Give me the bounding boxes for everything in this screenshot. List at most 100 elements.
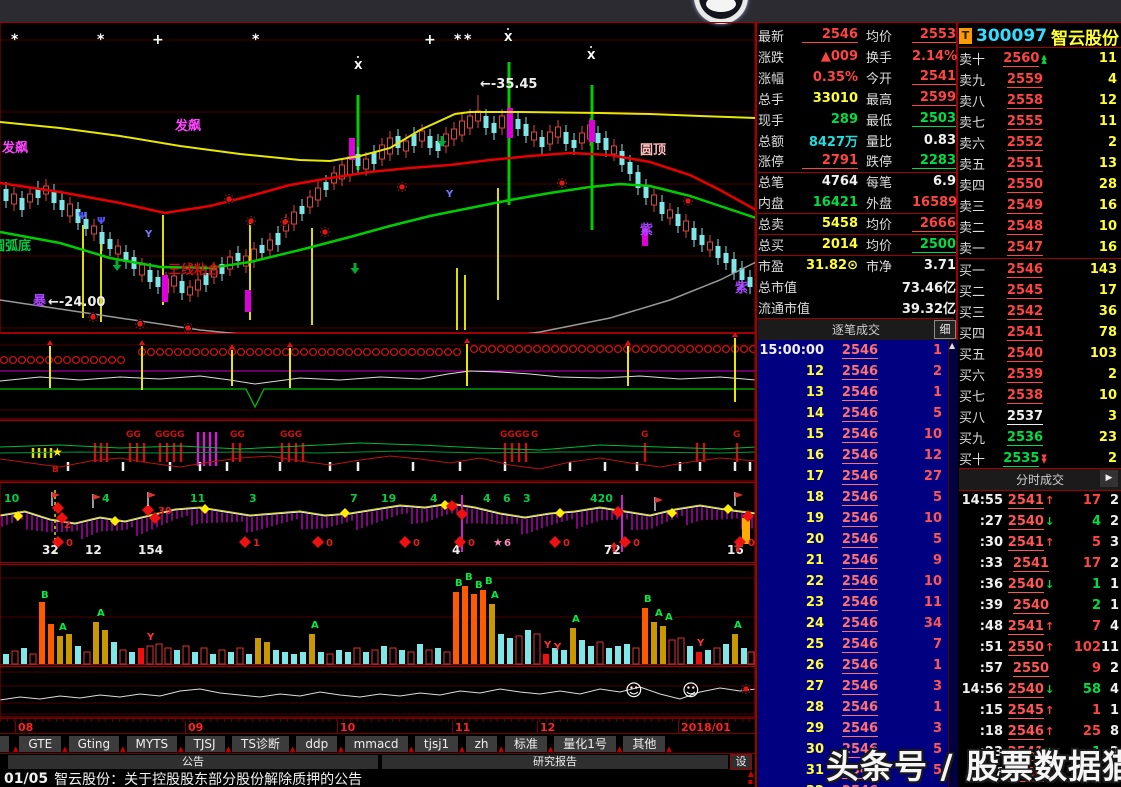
tick-row[interactable]: 24254634: [758, 613, 948, 634]
tick-scrollbar[interactable]: [948, 340, 958, 787]
scrollbar-up-icon[interactable]: ▲: [949, 341, 955, 350]
time-sales-row[interactable]: :272540↓42: [959, 511, 1121, 532]
tick-row[interactable]: 2025465: [758, 529, 948, 550]
order-book-row[interactable]: 买一2546143: [959, 259, 1121, 280]
tick-row[interactable]: 1825465: [758, 487, 948, 508]
tab-separator-icon: ▲: [62, 745, 67, 753]
tab-sliver[interactable]: [0, 736, 9, 752]
time-sales-header[interactable]: 分时成交: [959, 468, 1121, 491]
right-arrow-icon[interactable]: ▶: [1100, 470, 1118, 487]
price: 2551: [1007, 156, 1043, 172]
tick-trade-header[interactable]: 逐笔成交: [758, 318, 954, 341]
stock-code[interactable]: 300097: [976, 26, 1047, 46]
tick-row[interactable]: 17254627: [758, 466, 948, 487]
order-book-row[interactable]: 买七 2538 10: [959, 385, 1121, 406]
order-book-row[interactable]: 卖二254810: [959, 216, 1121, 237]
order-book-row[interactable]: 卖三254916: [959, 195, 1121, 216]
scroll-up-icon[interactable]: ▲▪: [748, 770, 754, 786]
tick-row[interactable]: 19254610: [758, 508, 948, 529]
tab-[interactable]: 标准: [505, 736, 547, 752]
order-book-row[interactable]: 卖八255812: [959, 90, 1121, 111]
level-volume: 10: [1051, 388, 1121, 403]
app-logo-icon[interactable]: [694, 0, 748, 24]
order-book-row[interactable]: 卖一254716: [959, 237, 1121, 258]
level-label: 买六: [959, 365, 999, 384]
tab-zh[interactable]: zh: [466, 736, 498, 752]
tab-1[interactable]: 量化1号: [554, 736, 616, 752]
tick-trade-list[interactable]: 15:00:0025461122546213254611425465152546…: [758, 340, 948, 787]
tick-row[interactable]: 1325461: [758, 382, 948, 403]
ts-time: :36: [959, 577, 1003, 592]
notice-button[interactable]: 公告: [8, 755, 378, 769]
svg-text:0: 0: [468, 538, 475, 549]
order-book-row[interactable]: 卖六25522: [959, 132, 1121, 153]
level-label: 买七: [959, 386, 999, 405]
tab-tjsj[interactable]: TJSJ: [185, 736, 225, 752]
tick-row[interactable]: 2625461: [758, 655, 948, 676]
time-sales-row[interactable]: :302541↑53: [959, 532, 1121, 553]
time-sales-row[interactable]: :57255092: [959, 658, 1121, 679]
svg-text:Y: Y: [445, 189, 454, 200]
tab-gting[interactable]: Gting: [69, 736, 120, 752]
tab-gte[interactable]: GTE: [19, 736, 61, 752]
tick-row[interactable]: 2925463: [758, 718, 948, 739]
tab-myts[interactable]: MYTS: [127, 736, 178, 752]
news-title[interactable]: 智云股份：关于控股股东部分股份解除质押的公告: [54, 770, 362, 787]
tab-tjsj1[interactable]: tjsj1: [415, 736, 458, 752]
report-button[interactable]: 研究报告: [382, 755, 728, 769]
stock-name[interactable]: 智云股份: [1051, 24, 1119, 49]
time-sales-row[interactable]: :39254021: [959, 595, 1121, 616]
detail-button[interactable]: 细: [934, 320, 956, 339]
tick-row[interactable]: 15254610: [758, 424, 948, 445]
order-book-row[interactable]: 卖七255511: [959, 111, 1121, 132]
tick-row[interactable]: 2725463: [758, 676, 948, 697]
price: 2538: [1007, 388, 1043, 404]
order-book-row[interactable]: 买六25392: [959, 364, 1121, 385]
news-ticker[interactable]: 01/05 智云股份：关于控股股东部分股份解除质押的公告 ▲▪: [0, 770, 756, 787]
tab-[interactable]: 其他: [623, 736, 665, 752]
tick-row[interactable]: 23254611: [758, 592, 948, 613]
time-sales-row[interactable]: :152545↑11: [959, 700, 1121, 721]
quote-value: 2283: [912, 153, 956, 169]
tick-row[interactable]: 2525467: [758, 634, 948, 655]
indicator-panel-3[interactable]: 104113719446342032121544721623901000000★…: [0, 482, 756, 564]
order-book-row[interactable]: 买十2535▼▼2: [959, 448, 1121, 469]
order-book-row[interactable]: 卖九25594: [959, 69, 1121, 90]
tick-row[interactable]: 15:00:0025461: [758, 340, 948, 361]
tick-row[interactable]: 1425465: [758, 403, 948, 424]
order-book-row[interactable]: 买四254178: [959, 322, 1121, 343]
tick-row[interactable]: 2825461: [758, 697, 948, 718]
oscillator-panel[interactable]: ☺☺: [0, 666, 756, 718]
price: 2541: [1007, 325, 1043, 341]
order-book-row[interactable]: 买五2540103: [959, 343, 1121, 364]
order-book-row[interactable]: 买九253623: [959, 427, 1121, 448]
tab-ts[interactable]: TS诊断: [232, 736, 289, 752]
indicator-panel-2[interactable]: GGGGGGGGGGGGGGGGGG★B: [0, 420, 756, 482]
tick-row[interactable]: 1225462: [758, 361, 948, 382]
order-book-row[interactable]: 买三254236: [959, 301, 1121, 322]
order-book-row[interactable]: 卖十2560▲▲11: [959, 48, 1121, 69]
tick-row[interactable]: 16254612: [758, 445, 948, 466]
ts-time: :57: [959, 661, 1003, 676]
up-arrow-icon: ↑: [1045, 536, 1054, 549]
time-sales-row[interactable]: :182546↑258: [959, 721, 1121, 742]
main-candlestick-chart[interactable]: **+*+**XXXΨΨYY发飙发飙圆弧底三线粘合暴←-24.00←-35.45…: [0, 22, 756, 333]
tab-ddp[interactable]: ddp: [296, 736, 337, 752]
time-sales-row[interactable]: 14:552541↑172: [959, 490, 1121, 511]
time-sales-row[interactable]: :332541172: [959, 553, 1121, 574]
order-book-row[interactable]: 卖四255028: [959, 174, 1121, 195]
time-sales-row[interactable]: :512550↑10211: [959, 637, 1121, 658]
time-sales-row[interactable]: :362540↓11: [959, 574, 1121, 595]
volume-panel[interactable]: BAAYABBBBAYYABAAYA: [0, 564, 756, 666]
order-book-row[interactable]: 买二254517: [959, 280, 1121, 301]
order-book-row[interactable]: 卖五255113: [959, 153, 1121, 174]
time-sales-row[interactable]: :482541↑74: [959, 616, 1121, 637]
quote-label: 总卖: [758, 214, 802, 233]
indicator-panel-1[interactable]: [0, 333, 756, 420]
tab-mmacd[interactable]: mmacd: [345, 736, 408, 752]
settings-button[interactable]: 设: [730, 754, 752, 770]
tick-row[interactable]: 2125469: [758, 550, 948, 571]
time-sales-row[interactable]: 14:562540↓584: [959, 679, 1121, 700]
tick-row[interactable]: 22254610: [758, 571, 948, 592]
order-book-row[interactable]: 买八25373: [959, 406, 1121, 427]
